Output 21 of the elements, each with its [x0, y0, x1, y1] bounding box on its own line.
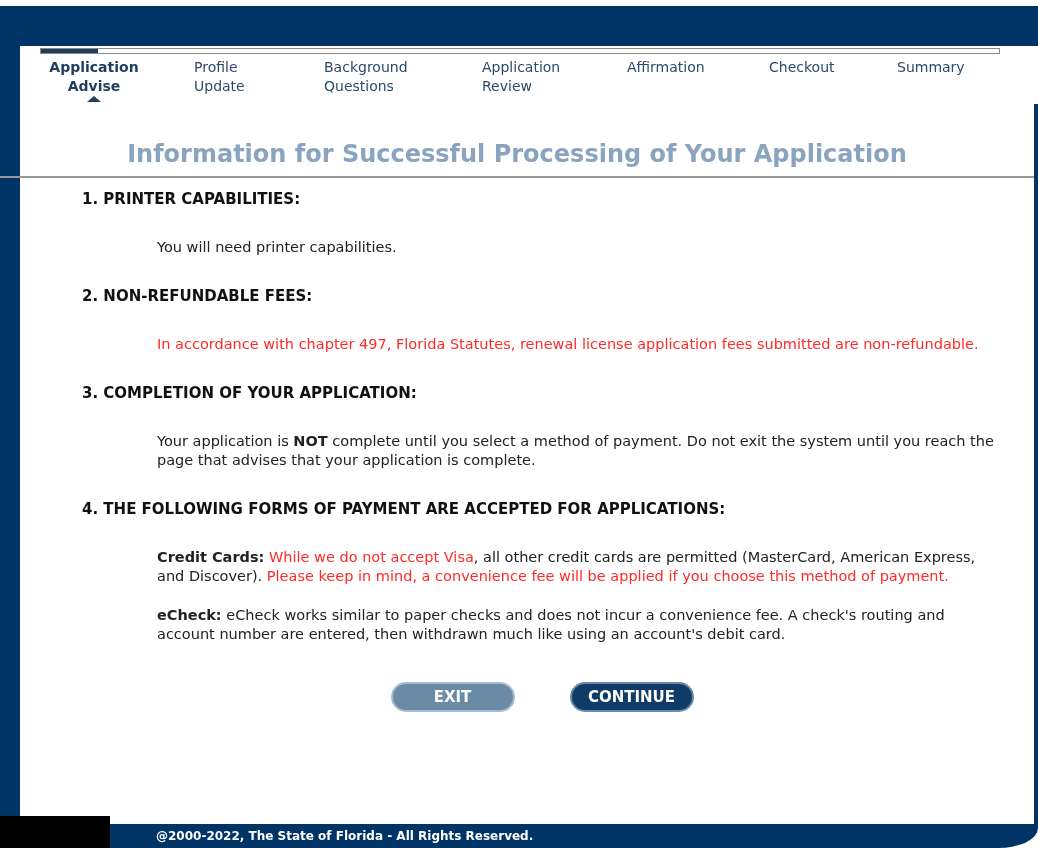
copyright-text: @2000-2022, The State of Florida - All Rights Reserved. — [156, 829, 534, 843]
section-paragraph: In accordance with chapter 497, Florida Statutes, renewal license application fees submitted are non-refundable. — [157, 335, 980, 354]
step-tab[interactable]: Profile Update — [194, 58, 284, 102]
step-tab[interactable]: Application Advise — [44, 58, 144, 102]
section-paragraph: You will need printer capabilities. — [157, 238, 398, 257]
section-paragraph: Credit Cards: While we do not accept Visa, all other credit cards are permitted (MasterCard, American Express, and Discover). Please keep in mind, a convenience fee will be applied if you choose this method of payment. — [157, 548, 977, 586]
current-step-marker-icon — [87, 96, 101, 102]
section-heading: 4. THE FOLLOWING FORMS OF PAYMENT ARE ACCEPTED FOR APPLICATIONS: — [82, 500, 727, 518]
section-heading: 2. NON-REFUNDABLE FEES: — [82, 287, 314, 305]
section-paragraph: eCheck: eCheck works similar to paper checks and does not incur a convenience fee. A check's routing and account number are entered, then withdrawn much like using an account's debit card. — [157, 606, 946, 644]
exit-button[interactable]: EXIT — [390, 682, 515, 712]
continue-button[interactable]: CONTINUE — [569, 682, 694, 712]
step-tab[interactable]: Affirmation — [627, 58, 705, 102]
step-tab[interactable]: Background Questions — [324, 58, 414, 102]
step-tab[interactable]: Summary — [897, 58, 965, 102]
page-title: Information for Successful Processing of Your Application — [0, 140, 1034, 178]
step-tab[interactable]: Application Review — [482, 58, 572, 102]
section-paragraph: Your application is NOT complete until you select a method of payment. Do not exit the system until you reach the page that advises that your application is complete. — [157, 432, 995, 470]
section-heading: 3. COMPLETION OF YOUR APPLICATION: — [82, 384, 418, 402]
section-heading: 1. PRINTER CAPABILITIES: — [82, 190, 302, 208]
step-tab[interactable]: Checkout — [769, 58, 835, 102]
